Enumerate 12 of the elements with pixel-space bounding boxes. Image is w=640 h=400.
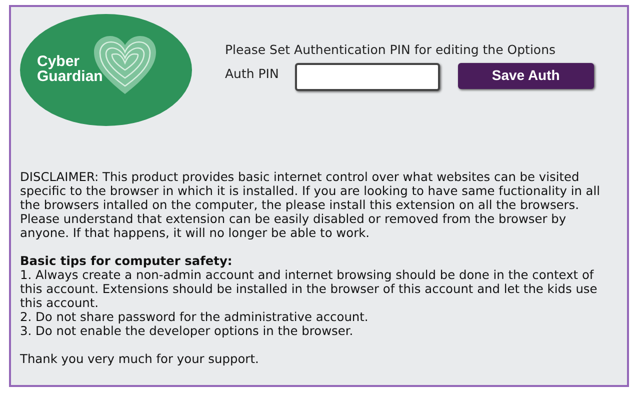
auth-prompt: Please Set Authentication PIN for editing the Options bbox=[225, 41, 556, 59]
disclaimer-text: DISCLAIMER: This product provides basic internet control over what websites can be visited specific to the browser in which it is installed. If you are looking to have same fuctionality in all the browsers intalled on the computer, the please install this extension on all the browsers. Please understand that extension can be easily disabled or removed from the browser by anyone. If that happens, it will no longer be able to work. bbox=[20, 170, 602, 240]
tip-text: 3. Do not enable the developer options in the browser. bbox=[20, 324, 354, 338]
logo-text: Cyber bbox=[37, 54, 81, 69]
auth-pin-label: Auth PIN bbox=[225, 64, 279, 83]
save-auth-button[interactable]: Save Auth bbox=[458, 62, 594, 89]
tip-text: 1. Always create a non-admin account and internet browsing should be done in the context of this account. Extensions should be installed in the browser of this account and let the kids use this account. bbox=[20, 268, 598, 310]
tip-text: 2. Do not share password for the administrative account. bbox=[20, 310, 370, 324]
tips-heading: Basic tips for computer safety: bbox=[20, 254, 234, 268]
thanks-text: Thank you very much for your support. bbox=[20, 352, 260, 366]
auth-pin-field[interactable] bbox=[294, 62, 440, 91]
logo-text: Guardian bbox=[37, 69, 103, 84]
